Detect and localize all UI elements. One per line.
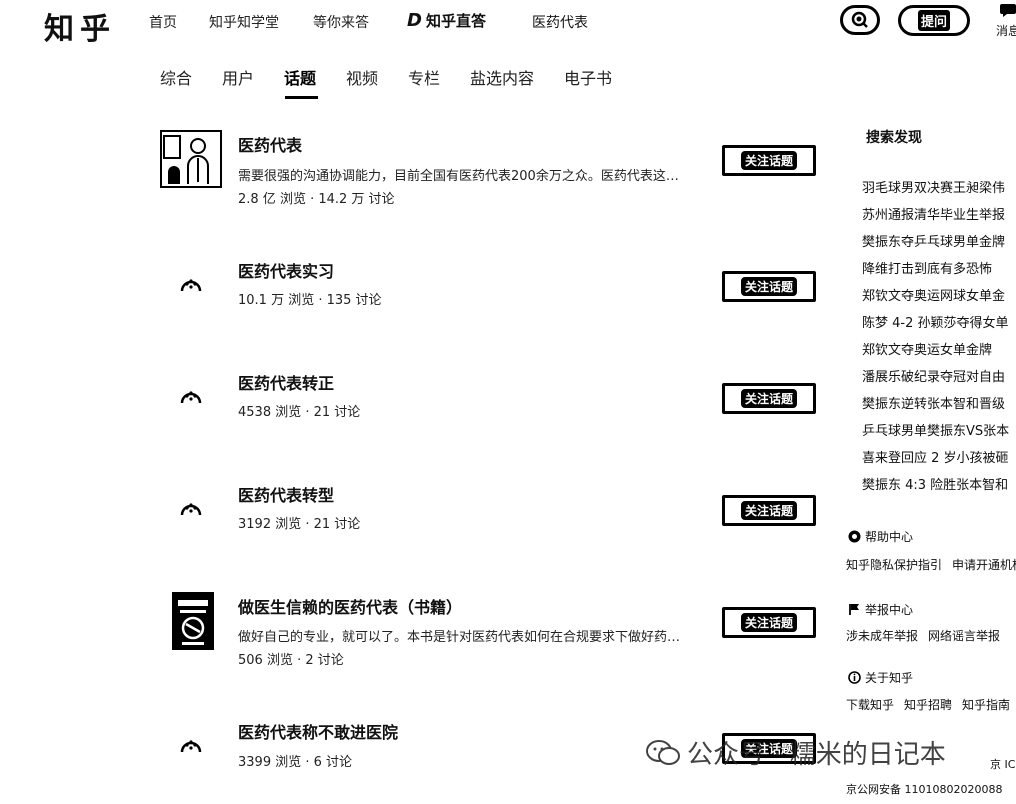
result-description: 做好自己的专业，就可以了。本书是针对医药代表如何在合规要求下做好药… [238,630,681,645]
trending-item[interactable]: 喜来登回应 2 岁小孩被砸 [862,447,1016,466]
result-meta: 3192 浏览 · 21 讨论 [238,517,361,532]
tab-videos[interactable]: 视频 [346,65,378,89]
result-title[interactable]: 医药代表转型 [238,482,334,506]
minor-report-link[interactable]: 涉未成年举报 [846,627,918,644]
tab-topics[interactable]: 话题 [284,65,316,89]
zhihu-guide-link[interactable]: 知乎指南 [962,696,1010,713]
about-links: 下载知乎 知乎招聘 知乎指南 [846,696,1010,713]
nav-home[interactable]: 首页 [149,12,177,32]
follow-topic-button[interactable]: 关注话题 [722,271,816,302]
trending-item[interactable]: 樊振东 4:3 险胜张本智和 [862,474,1016,493]
watermark: 公众号 · 糯米的日记本 [645,734,946,771]
public-security-record[interactable]: 京公网安备 11010802020088 [846,781,1002,797]
tab-ebooks[interactable]: 电子书 [564,65,612,89]
book-cover[interactable] [172,592,214,650]
result-title[interactable]: 医药代表实习 [238,258,334,282]
active-tab-underline [285,96,318,99]
topic-avatar[interactable] [160,130,222,188]
result-meta: 2.8 亿 浏览 · 14.2 万 讨论 [238,192,395,207]
zhida-icon: D [407,10,422,31]
follow-topic-button[interactable]: 关注话题 [722,607,816,638]
trending-item[interactable]: 乒乓球男单樊振东VS张本 [862,420,1016,439]
trending-item[interactable]: 樊振东逆转张本智和晋级 [862,393,1016,412]
help-center-link[interactable]: 帮助中心 [848,528,913,545]
result-title[interactable]: 医药代表转正 [238,370,334,394]
download-zhihu-link[interactable]: 下载知乎 [846,696,894,713]
tab-users[interactable]: 用户 [222,65,254,89]
info-icon [848,671,861,684]
trending-item[interactable]: 羽毛球男双决赛王昶梁伟 [862,177,1016,196]
search-button[interactable] [840,5,880,35]
result-title[interactable]: 做医生信赖的医药代表（书籍） [238,594,462,618]
search-discover-title: 搜索发现 [866,130,922,146]
tab-salt-content[interactable]: 盐选内容 [470,65,534,89]
topic-placeholder-icon [180,503,202,516]
follow-label: 关注话题 [740,389,797,408]
report-center-link[interactable]: 举报中心 [848,601,913,618]
result-meta: 10.1 万 浏览 · 135 讨论 [238,293,382,308]
about-zhihu-link[interactable]: 关于知乎 [848,669,913,686]
report-links: 涉未成年举报 网络谣言举报 [846,627,1000,644]
zhihu-jobs-link[interactable]: 知乎招聘 [904,696,952,713]
apply-org-account-link[interactable]: 申请开通机构号 [952,556,1016,573]
ask-button[interactable]: 提问 [898,5,970,36]
result-meta: 3399 浏览 · 6 讨论 [238,755,353,770]
follow-topic-button[interactable]: 关注话题 [722,145,816,176]
follow-label: 关注话题 [740,501,797,520]
zhida-link[interactable]: D 知乎直答 [407,10,486,31]
search-input[interactable]: 医药代表 [532,12,588,32]
help-icon [848,530,861,543]
topic-placeholder-icon [180,391,202,404]
zhihu-logo[interactable]: 知乎 [44,4,116,48]
follow-topic-button[interactable]: 关注话题 [722,383,816,414]
doctor-illustration-icon [163,135,209,184]
help-center-label: 帮助中心 [865,530,914,544]
trending-item[interactable]: 陈梦 4-2 孙颖莎夺得女单 [862,312,1016,331]
about-zhihu-label: 关于知乎 [865,671,914,685]
search-icon [851,11,868,28]
privacy-guide-link[interactable]: 知乎隐私保护指引 [846,556,942,573]
zhida-label: 知乎直答 [425,12,486,30]
flag-icon [849,604,859,615]
follow-label: 关注话题 [740,151,797,170]
result-title[interactable]: 医药代表称不敢进医院 [238,719,398,743]
help-links: 知乎隐私保护指引 申请开通机构号 [846,556,1016,573]
follow-label: 关注话题 [740,613,797,632]
wechat-icon [646,739,680,765]
topic-placeholder-icon [180,740,202,753]
message-icon[interactable] [998,2,1016,18]
trending-item[interactable]: 降维打击到底有多恐怖 [862,258,1016,277]
ask-label: 提问 [917,10,950,31]
topic-placeholder-icon [180,279,202,292]
result-meta: 506 浏览 · 2 讨论 [238,653,344,668]
report-center-label: 举报中心 [865,603,914,617]
result-description: 需要很强的沟通协调能力，目前全国有医药代表200余万之众。医药代表这… [238,169,679,184]
trending-item[interactable]: 潘展乐破纪录夺冠对自由 [862,366,1016,385]
trending-item[interactable]: 郑钦文夺奥运女单金牌 [862,339,1016,358]
tab-general[interactable]: 综合 [160,65,192,89]
nav-waiting-answers[interactable]: 等你来答 [313,12,369,32]
icp-license[interactable]: 京 ICP [990,756,1016,772]
rumor-report-link[interactable]: 网络谣言举报 [928,627,1000,644]
trending-item[interactable]: 苏州通报清华毕业生举报 [862,204,1016,223]
follow-topic-button[interactable]: 关注话题 [722,495,816,526]
follow-label: 关注话题 [740,277,797,296]
tab-columns[interactable]: 专栏 [408,65,440,89]
messages-label[interactable]: 消息 [996,22,1016,39]
result-meta: 4538 浏览 · 21 讨论 [238,405,361,420]
trending-item[interactable]: 郑钦文夺奥运网球女单金 [862,285,1016,304]
result-title[interactable]: 医药代表 [238,132,302,156]
trending-item[interactable]: 樊振东夺乒乓球男单金牌 [862,231,1016,250]
watermark-text: 公众号 · 糯米的日记本 [687,740,946,770]
nav-zhixuetang[interactable]: 知乎知学堂 [209,12,279,32]
book-cover-icon [178,600,208,645]
